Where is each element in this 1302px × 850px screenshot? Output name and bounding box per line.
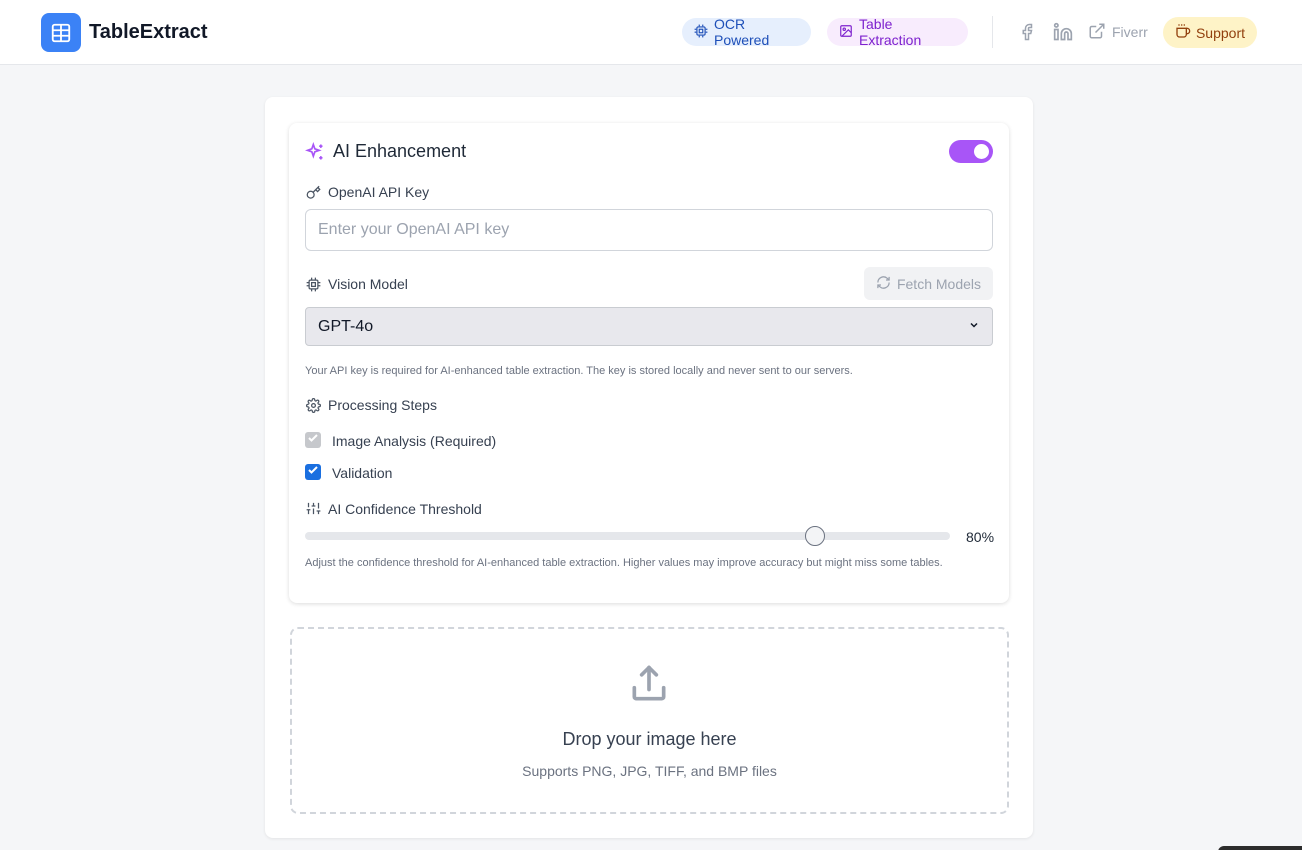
support-label: Support — [1195, 24, 1246, 41]
ai-enhancement-toggle[interactable] — [949, 140, 993, 163]
fetch-models-button[interactable]: Fetch Models — [864, 267, 993, 300]
sliders-icon — [305, 500, 321, 516]
dropzone-subtitle: Supports PNG, JPG, TIFF, and BMP files — [522, 763, 777, 779]
table-extraction-label: Table Extraction — [859, 16, 922, 48]
brand-name: TableExtract — [89, 21, 208, 43]
coffee-icon — [1175, 23, 1191, 42]
vision-model-select[interactable]: GPT-4o — [305, 307, 993, 346]
gear-icon — [305, 397, 321, 413]
check-icon — [307, 463, 319, 481]
image-analysis-checkbox[interactable] — [305, 432, 321, 448]
image-analysis-label: Image Analysis (Required) — [332, 433, 497, 449]
table-extraction-badge: Table Extraction — [827, 16, 968, 48]
fiverr-label: Fiverr — [1112, 24, 1148, 40]
api-key-input[interactable] — [305, 209, 993, 251]
fetch-models-label: Fetch Models — [896, 275, 982, 292]
corner-widget — [1218, 846, 1302, 850]
threshold-help-text: Adjust the confidence threshold for AI-e… — [305, 557, 943, 569]
chevron-down-icon — [968, 318, 980, 336]
processing-steps-label: Processing Steps — [328, 397, 437, 413]
validation-checkbox[interactable] — [305, 464, 321, 480]
support-button[interactable]: Support — [1163, 17, 1257, 48]
confidence-slider-track[interactable] — [305, 532, 950, 540]
table-logo-icon — [41, 13, 81, 52]
key-icon — [305, 184, 321, 200]
sparkles-icon — [305, 142, 325, 162]
header-divider — [992, 16, 993, 48]
image-dropzone[interactable] — [290, 627, 1009, 814]
facebook-icon[interactable] — [1017, 22, 1037, 42]
dropzone-title: Drop your image here — [562, 729, 737, 749]
vision-model-label: Vision Model — [328, 276, 408, 292]
confidence-slider-thumb[interactable] — [805, 526, 825, 546]
cpu-icon — [305, 276, 321, 292]
toggle-knob — [974, 144, 989, 159]
confidence-threshold-label: AI Confidence Threshold — [328, 501, 482, 517]
confidence-value: 80% — [966, 529, 995, 545]
refresh-icon — [876, 275, 891, 293]
app-header: TableExtract OCR Powered Table Extractio… — [0, 0, 1302, 65]
api-key-label: OpenAI API Key — [328, 184, 430, 200]
cpu-icon — [694, 24, 708, 41]
api-key-help-text: Your API key is required for AI-enhanced… — [305, 365, 853, 377]
ocr-powered-label: OCR Powered — [714, 16, 770, 48]
selected-model: GPT-4o — [318, 317, 374, 335]
linkedin-icon[interactable] — [1053, 22, 1073, 42]
ocr-powered-badge: OCR Powered — [682, 16, 811, 48]
check-icon — [307, 431, 319, 449]
image-icon — [839, 24, 853, 41]
external-link-icon — [1088, 22, 1106, 43]
ai-enhancement-title: AI Enhancement — [333, 141, 467, 161]
upload-icon — [627, 662, 671, 706]
validation-label: Validation — [332, 465, 393, 481]
fiverr-link[interactable]: Fiverr — [1088, 22, 1148, 42]
